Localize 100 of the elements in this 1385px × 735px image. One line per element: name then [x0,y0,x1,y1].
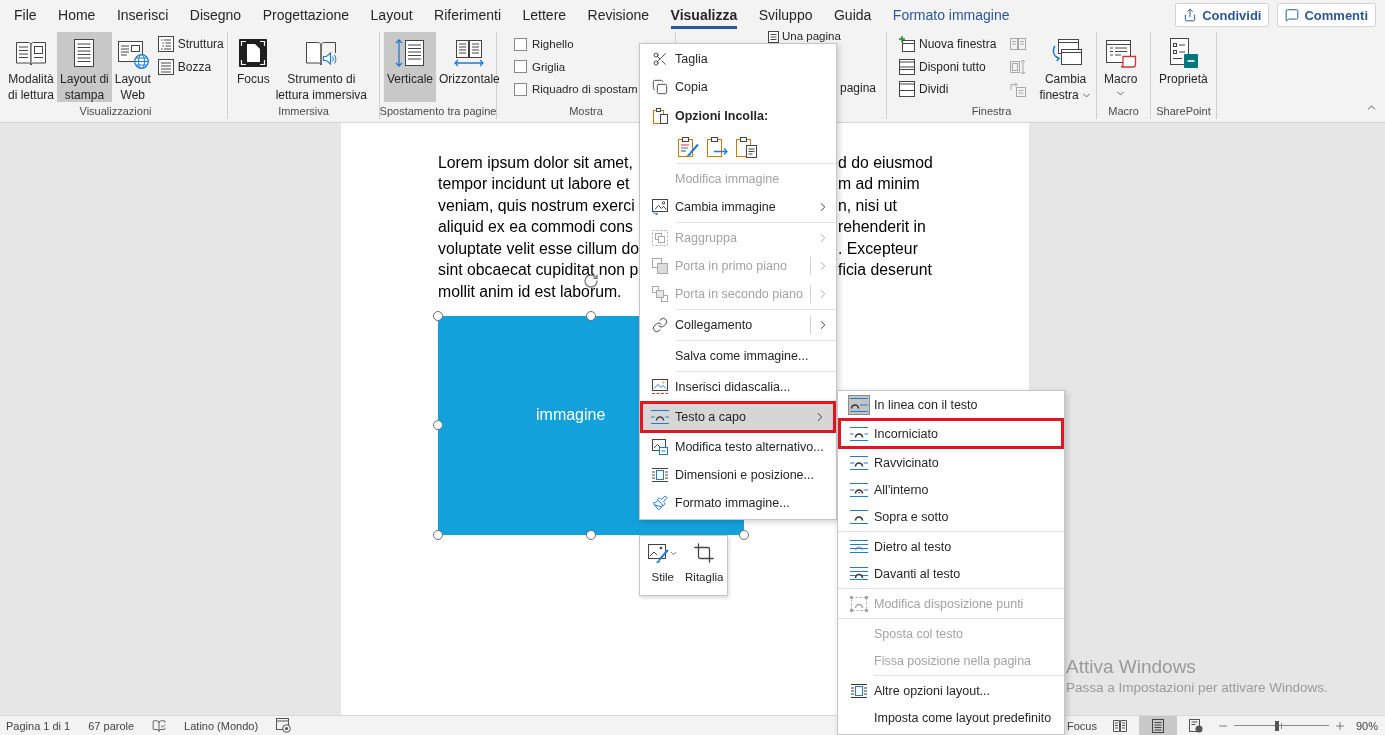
ribbon-tab[interactable]: Progettazione [262,1,350,29]
ribbon-tab[interactable]: Home [58,1,96,29]
menu-item[interactable]: Altre opzioni layout... [838,677,1064,704]
menu-item[interactable]: Imposta come layout predefinito [838,704,1064,731]
checkbox-label[interactable]: Griglia [532,60,566,73]
menu-item[interactable]: Cambia immagine [640,193,836,221]
clipboard-arrow-icon[interactable] [706,135,728,158]
menu-item[interactable]: Incorniciato [838,418,1064,449]
menu-item[interactable]: Dietro al testo [838,533,1064,560]
ribbon-button[interactable]: Bozza [155,55,226,78]
group-label: Macro [1108,104,1139,119]
text-wrap-icon [850,425,868,442]
ribbon-tab[interactable]: Layout [370,1,413,29]
horizontal-panes-icon [899,58,915,75]
ribbon-button[interactable]: Layout di stampa [57,32,112,102]
ribbon-button[interactable]: Layout Web [111,32,154,102]
group-label: Immersiva [278,104,329,119]
group-objects-icon [652,230,668,246]
group-label: Spostamento tra pagine [379,104,497,119]
ribbon-tab[interactable]: Guida [833,1,872,29]
ribbon-button[interactable]: Proprietà [1156,32,1211,102]
book-icon [1112,718,1127,733]
ribbon-tab[interactable]: Revisione [587,1,650,29]
crop-icon [693,542,716,564]
page-count[interactable]: Pagina 1 di 1 [6,719,71,732]
ribbon-tab[interactable]: Riferimenti [434,1,501,29]
group-label: Mostra [569,104,603,119]
resize-handle[interactable] [586,311,596,321]
copy-icon [652,79,668,95]
share-icon [1183,8,1198,22]
ribbon-button[interactable]: Modalità di lettura [5,32,58,102]
language-status[interactable]: Latino (Mondo) [184,719,259,732]
ribbon-button[interactable]: Disponi tutto [897,55,999,78]
zoom-in-icon[interactable] [1333,719,1346,732]
document-text: veniam, quis nostrum exerci [438,196,635,215]
ribbon-button[interactable]: Focus [234,32,273,102]
group-label: Visualizzazioni [79,104,152,119]
ribbon-button[interactable]: Cambia finestra [1036,32,1095,102]
paintbrush-icon [652,495,668,511]
ribbon-button[interactable]: Una pagina [768,30,841,43]
toolbar-button[interactable]: Stile [642,539,684,595]
link-icon [652,317,668,333]
menu-item[interactable]: Davanti al testo [838,560,1064,587]
zoom-slider-thumb[interactable] [1274,720,1279,731]
ribbon-button[interactable]: Nuova finestra [897,33,999,56]
ribbon-button[interactable]: pagina [838,76,879,99]
ribbon-tab[interactable]: Inserisci [116,1,169,29]
menu-item[interactable]: Testo a capo [640,401,836,433]
resize-handle[interactable] [586,530,596,540]
clipboard-brush-icon[interactable] [677,135,699,158]
menu-item[interactable]: In linea con il testo [838,391,1064,418]
ribbon-tab[interactable]: Formato immagine [892,1,1010,29]
ribbon-button[interactable]: Verticale [384,32,437,102]
ribbon-tab[interactable]: Disegno [189,1,242,29]
checkbox-label[interactable]: Righello [532,38,574,51]
ribbon-tab[interactable]: File [14,1,37,29]
resize-handle[interactable] [433,530,443,540]
outline-list-icon [157,36,174,53]
properties-list-icon [1167,37,1200,69]
draft-lines-icon [157,58,174,75]
ribbon-tab[interactable]: Sviluppo [758,1,813,29]
document-text: . Excepteur [838,239,918,258]
ribbon-button[interactable]: Orizzontale [436,32,503,102]
menu-item[interactable]: Taglia [640,45,836,73]
clipboard-icon [652,108,668,124]
ribbon-button[interactable]: Struttura [155,33,226,56]
resize-handle[interactable] [433,311,443,321]
share-button[interactable]: Condividi [1175,3,1270,27]
zoom-level[interactable]: 90% [1355,719,1378,732]
view-button[interactable] [1138,716,1177,735]
toolbar-button[interactable]: Ritaglia [683,539,725,595]
menu-item[interactable]: Ravvicinato [838,449,1064,476]
document-text: voluptate velit esse cillum do [438,239,640,258]
menu-item[interactable]: All'interno [838,476,1064,503]
scissors-icon [652,51,668,67]
checkbox[interactable] [514,60,527,74]
checkbox[interactable] [514,37,527,51]
document-text: aliquid ex ea commodi cons [438,218,633,237]
resize-handle[interactable] [433,420,443,430]
ribbon-button[interactable]: Macro [1101,32,1141,102]
document-text: m ad minim [838,175,920,194]
resize-handle[interactable] [739,530,749,540]
clipboard-text-icon[interactable] [735,135,757,158]
document-text: n, nisi ut [838,196,897,215]
send-backward-icon [652,286,668,302]
ribbon-button[interactable]: Dividi [897,78,999,101]
word-count[interactable]: 67 parole [88,719,135,732]
menu-item[interactable]: Copia [640,73,836,101]
checkbox-label[interactable]: Riquadro di spostam [532,83,638,96]
menu-item[interactable]: Sopra e sotto [838,503,1064,530]
focus-button[interactable]: Focus [1067,719,1097,732]
size-position-icon [851,682,867,699]
comments-button[interactable]: Commenti [1277,3,1376,27]
new-window-icon [899,36,915,53]
size-position-icon [652,467,668,483]
ribbon-tab[interactable]: Lettere [522,1,567,29]
checkbox[interactable] [514,82,527,96]
menu-section-title: Opzioni Incolla: [675,109,769,123]
ribbon-button[interactable]: Strumento di lettura immersiva [272,32,371,102]
proofing-book-icon[interactable] [152,718,167,733]
